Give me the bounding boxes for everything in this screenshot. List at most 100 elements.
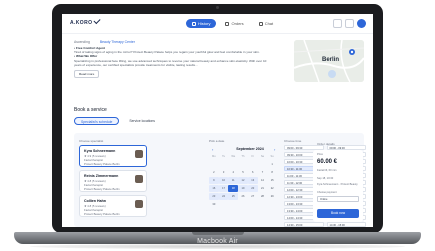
calendar-prev-button[interactable]: ‹ <box>212 147 213 152</box>
top-right-actions <box>333 19 366 28</box>
calendar-day[interactable]: 13 <box>247 177 258 184</box>
breadcrumb-item-current: Beauty Therapy Center <box>99 40 135 44</box>
employee-location: Protect Beauty Palace Berlin <box>84 186 120 191</box>
app-screen: A.KORO History Orders Chat Ascending Beauty… <box>62 14 373 227</box>
employee-name: Collien Hahn <box>84 199 106 203</box>
calendar-blank <box>228 161 238 168</box>
employee-avatar <box>135 175 143 183</box>
calendar-day[interactable]: 14 <box>258 177 268 184</box>
calendar-day[interactable]: 7 <box>258 169 268 176</box>
laptop-model-label: Macbook Air <box>197 238 238 245</box>
calendar-day[interactable]: 8 <box>267 169 277 176</box>
calendar-blank <box>238 161 248 168</box>
employee-avatar <box>135 200 143 208</box>
calendar-next-button[interactable]: › <box>274 147 275 152</box>
employees-column-header: Choose specialist <box>79 139 104 143</box>
main-nav: History Orders Chat <box>186 19 279 28</box>
booking-tab[interactable]: Specialist's schedule <box>74 117 120 125</box>
logo-text: A.KORO <box>70 20 93 26</box>
notifications-icon[interactable] <box>345 19 354 28</box>
nav-item-chat[interactable]: Chat <box>253 19 279 28</box>
map-city-label: Berlin <box>322 57 340 63</box>
calendar-day[interactable]: 17 <box>218 185 229 192</box>
calendar-day[interactable]: 20 <box>247 185 258 192</box>
calendar-day[interactable]: 4 <box>228 169 238 176</box>
top-bar: A.KORO History Orders Chat <box>62 14 373 34</box>
calendar-day[interactable]: 10 <box>218 177 229 184</box>
calendar-day[interactable]: 25 <box>228 193 239 200</box>
calendar-day[interactable]: 11 <box>228 177 239 184</box>
calendar-blank <box>248 161 258 168</box>
employee-card[interactable]: Kyra Schneemann ★ 4.9 (5 reviews) Facial t… <box>79 145 147 167</box>
employee-card[interactable]: Reinis Zimmermann ★ 4.8 (5 reviews) Facial… <box>79 170 147 192</box>
booking-tabs: Specialist's schedule Service locations <box>74 117 161 125</box>
calendar-blank <box>219 161 229 168</box>
laptop-base-notch <box>192 232 244 235</box>
nav-item-icon <box>258 21 263 26</box>
order-specialist: Kyra Schneemann · Protect Beauty <box>317 183 358 186</box>
info-text: Specializing in professional face liftin… <box>74 58 267 67</box>
nav-item-history[interactable]: History <box>186 19 217 28</box>
calendar-weekday: Mo <box>212 155 216 158</box>
calendar-weekday: Su <box>270 155 274 158</box>
calendar-weekday: We <box>231 155 236 158</box>
calendar-blank <box>209 161 219 168</box>
calendar-day[interactable]: 22 <box>267 185 277 192</box>
location-map[interactable]: Berlin <box>294 40 364 82</box>
calendar-day[interactable]: 26 <box>238 193 248 200</box>
calendar-day[interactable]: 15 <box>267 177 277 184</box>
employee-name: Kyra Schneemann <box>84 149 116 153</box>
calendar-grid: Mo Tu We Th Fr Sa Su 1 2 3 4 5 6 7 8 9 10 11 12 13 14 15 16 17 1… <box>209 153 277 208</box>
time-column-header: Choose time <box>284 139 302 143</box>
book-now-button[interactable]: Book now <box>317 209 359 218</box>
calendar-day[interactable]: 1 <box>267 161 277 168</box>
info-text: Tired of taking signs of aging in the mi… <box>74 50 260 55</box>
order-card: Order details Price 60.00 € Facial lift,… <box>313 142 363 222</box>
employee-card[interactable]: Collien Hahn ★ 4.8 (5 reviews) Facial ther… <box>79 195 147 217</box>
time-slot[interactable]: 14:30 - 15:00 <box>284 222 324 227</box>
calendar-day[interactable]: 27 <box>248 193 258 200</box>
payment-select[interactable]: Online <box>317 196 359 202</box>
calendar-weekday: Fr <box>251 155 254 158</box>
nav-item-label: History <box>198 21 211 26</box>
nav-item-label: Chat <box>264 21 274 26</box>
employee-name: Reinis Zimmermann <box>84 174 119 178</box>
calendar-weekday: Tu <box>222 155 226 158</box>
logo[interactable]: A.KORO <box>70 17 101 26</box>
logo-check-icon <box>93 17 101 25</box>
calendar-day[interactable]: 28 <box>258 193 268 200</box>
time-slot[interactable]: 14:30 - 15:00 <box>326 222 366 227</box>
price-value: 60.00 € <box>317 159 338 165</box>
employee-location: Protect Beauty Palace Berlin <box>84 161 120 166</box>
nav-item-orders[interactable]: Orders <box>219 19 249 28</box>
booking-tab[interactable]: Service locations <box>123 117 161 125</box>
order-column-header: Order details <box>317 142 335 146</box>
business-info: • Free Comfort Agent Tired of taking sig… <box>74 46 274 79</box>
menu-icon[interactable] <box>333 19 342 28</box>
read-more-button[interactable]: Read more <box>74 70 100 79</box>
order-datetime: Sep 18, 10:30 <box>317 177 334 180</box>
order-service: Facial lift, 60 min <box>317 169 337 172</box>
calendar-day[interactable]: 9 <box>209 177 219 184</box>
date-column-header: Pick a date <box>209 139 225 143</box>
calendar-weekday: Th <box>241 155 245 158</box>
calendar-day[interactable]: 21 <box>258 185 268 192</box>
breadcrumb-item[interactable]: Ascending <box>74 40 90 44</box>
calendar-day[interactable]: 6 <box>248 169 258 176</box>
calendar-day[interactable]: 12 <box>238 177 248 184</box>
calendar-day[interactable]: 29 <box>267 193 277 200</box>
calendar-day[interactable]: 5 <box>238 169 248 176</box>
calendar-day[interactable]: 3 <box>219 169 229 176</box>
calendar-day[interactable]: 16 <box>209 185 219 192</box>
camera-dot <box>216 6 219 9</box>
calendar-day[interactable]: 24 <box>218 193 229 200</box>
calendar-day[interactable]: 18 <box>228 185 239 192</box>
calendar-day[interactable]: 23 <box>209 193 219 200</box>
nav-item-label: Orders <box>231 21 244 26</box>
calendar-day[interactable]: 19 <box>238 185 248 192</box>
avatar[interactable] <box>357 19 366 28</box>
employee-location: Protect Beauty Palace Berlin <box>84 211 120 216</box>
payment-label: Choose payment <box>317 191 337 194</box>
calendar-day[interactable]: 2 <box>209 169 219 176</box>
calendar-day[interactable]: 30 <box>209 201 219 208</box>
